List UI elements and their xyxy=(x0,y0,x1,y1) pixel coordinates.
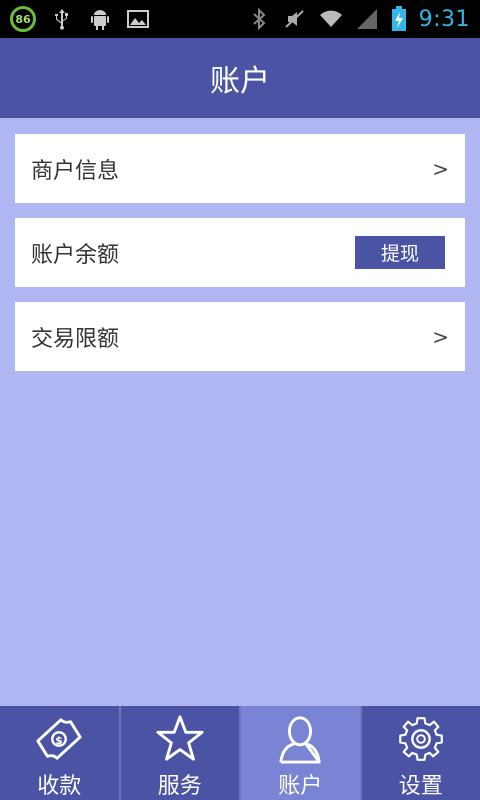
user-icon xyxy=(279,716,321,764)
merchant-info-label: 商户信息 xyxy=(31,158,120,184)
mute-icon xyxy=(284,10,304,28)
star-icon xyxy=(156,715,204,761)
nav-item-settings[interactable]: 设置 xyxy=(362,706,480,800)
battery-percent-icon: 86 xyxy=(10,6,36,32)
svg-text:$: $ xyxy=(56,735,63,747)
nav-item-account[interactable]: 账户 xyxy=(241,706,362,800)
nav-item-service[interactable]: 服务 xyxy=(121,706,241,800)
page-title: 账户 xyxy=(210,64,270,99)
status-bar: 86 9:31 xyxy=(0,0,480,38)
android-debug-icon xyxy=(91,10,109,30)
usb-icon xyxy=(55,9,68,30)
chevron-right-icon: > xyxy=(432,324,449,349)
nav-item-collect[interactable]: $ 收款 xyxy=(0,706,121,800)
merchant-info-row[interactable]: 商户信息 > xyxy=(15,134,465,203)
transaction-limit-row[interactable]: 交易限额 > xyxy=(15,302,465,371)
status-bar-left: 86 xyxy=(10,5,150,33)
nav-label-service: 服务 xyxy=(157,774,202,799)
payment-note-icon: $ xyxy=(36,718,82,760)
withdraw-button[interactable]: 提现 xyxy=(355,236,445,269)
nav-label-collect: 收款 xyxy=(37,774,82,799)
account-balance-row: 账户余额 提现 xyxy=(15,218,465,287)
gear-icon xyxy=(398,717,443,761)
nav-label-settings: 设置 xyxy=(398,774,443,799)
signal-icon xyxy=(356,9,377,29)
title-bar: 账户 xyxy=(0,38,480,118)
wifi-icon xyxy=(319,10,342,27)
bottom-nav: $ 收款 服务 账户 设置 xyxy=(0,706,480,800)
chevron-right-icon: > xyxy=(432,156,449,181)
account-balance-label: 账户余额 xyxy=(31,242,120,268)
battery-charging-icon xyxy=(391,6,406,31)
nav-label-account: 账户 xyxy=(278,774,323,799)
clock: 9:31 xyxy=(418,6,470,32)
status-bar-right: 9:31 xyxy=(247,5,470,33)
bluetooth-icon xyxy=(252,7,266,31)
transaction-limit-label: 交易限额 xyxy=(31,326,120,352)
image-icon xyxy=(127,10,149,28)
